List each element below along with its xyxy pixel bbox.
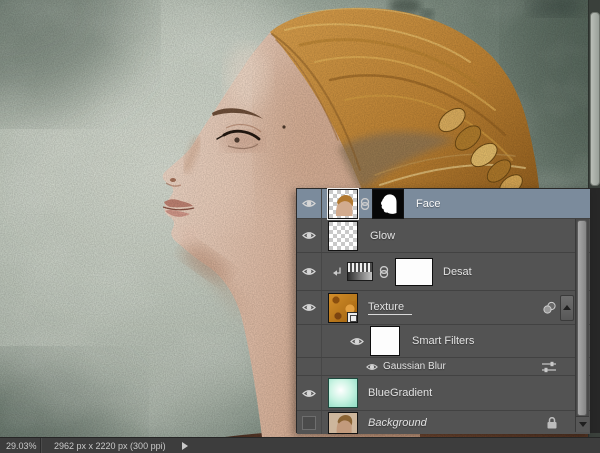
filter-mask-thumbnail[interactable] <box>370 326 400 356</box>
layer-name[interactable]: Texture <box>368 301 412 315</box>
adjustment-layer-thumbnail[interactable] <box>347 262 373 281</box>
panel-right-edge <box>590 188 600 433</box>
eye-icon <box>302 388 316 399</box>
gaussian-blur-row[interactable]: Gaussian Blur <box>297 358 590 376</box>
layer-row-background[interactable]: Background <box>297 411 590 434</box>
eye-icon[interactable] <box>366 362 378 372</box>
layer-row-desat[interactable]: Desat <box>297 253 590 291</box>
layer-thumbnail[interactable] <box>328 189 358 219</box>
eye-icon <box>302 266 316 277</box>
smart-filters-label: Smart Filters <box>412 335 474 347</box>
layer-row-texture[interactable]: Texture <box>297 291 590 325</box>
layers-panel-scrollbar[interactable] <box>575 189 589 432</box>
layer-name[interactable]: BlueGradient <box>368 387 432 399</box>
layer-row-face[interactable]: Face <box>297 189 590 219</box>
smart-filter-badge-icon[interactable] <box>543 301 556 314</box>
filter-name[interactable]: Gaussian Blur <box>383 361 446 372</box>
link-icon <box>379 266 389 278</box>
layer-thumbnail[interactable] <box>328 378 358 408</box>
eye-icon <box>302 198 316 209</box>
triangle-down-icon <box>579 422 587 427</box>
visibility-toggle[interactable] <box>297 411 322 434</box>
layer-mask-thumbnail[interactable] <box>372 189 404 219</box>
photoshop-workspace: Face Glow Desat <box>0 0 600 453</box>
smart-object-badge-icon <box>347 312 358 323</box>
layer-thumbnail[interactable] <box>328 412 358 434</box>
collapse-smart-filters-button[interactable] <box>560 295 574 321</box>
layer-name[interactable]: Face <box>416 198 440 210</box>
visibility-toggle[interactable] <box>297 291 322 324</box>
layer-name[interactable]: Background <box>368 417 427 429</box>
eye-icon <box>302 302 316 313</box>
triangle-up-icon <box>563 305 571 310</box>
layer-row-bluegradient[interactable]: BlueGradient <box>297 376 590 411</box>
status-divider <box>40 438 42 453</box>
smart-object-thumbnail[interactable] <box>328 293 358 323</box>
layer-name[interactable]: Glow <box>370 230 395 242</box>
lock-icon <box>546 417 558 429</box>
eye-icon[interactable] <box>350 336 364 347</box>
layers-panel: Face Glow Desat <box>296 188 590 433</box>
blend-options-sliders-icon[interactable] <box>542 361 556 373</box>
face-thumbnail-image <box>329 190 357 218</box>
background-thumbnail-image <box>329 413 357 433</box>
zoom-level-field[interactable]: 29.03% <box>6 441 40 451</box>
layer-name[interactable]: Desat <box>443 266 472 278</box>
window-scrollbar-thumb[interactable] <box>590 12 600 186</box>
layer-thumbnail[interactable] <box>328 221 358 251</box>
status-expand-arrow-icon[interactable] <box>182 442 188 450</box>
scrollbar-thumb[interactable] <box>577 220 587 416</box>
visibility-toggle[interactable] <box>297 253 322 290</box>
link-icon <box>360 198 370 210</box>
eye-icon <box>302 230 316 241</box>
status-bar: 29.03% 2962 px x 2220 px (300 ppi) <box>0 437 600 453</box>
layer-row-glow[interactable]: Glow <box>297 219 590 253</box>
visibility-toggle[interactable] <box>297 219 322 252</box>
clipping-mask-arrow-icon <box>332 267 341 277</box>
document-info[interactable]: 2962 px x 2220 px (300 ppi) <box>54 441 166 451</box>
visibility-toggle[interactable] <box>297 376 322 410</box>
visibility-toggle[interactable] <box>297 189 322 218</box>
smart-filters-row[interactable]: Smart Filters <box>297 325 590 358</box>
hidden-eye-well <box>302 416 316 430</box>
mask-silhouette <box>373 190 403 218</box>
layer-mask-thumbnail[interactable] <box>395 258 433 286</box>
scroll-down-button[interactable] <box>576 416 589 432</box>
